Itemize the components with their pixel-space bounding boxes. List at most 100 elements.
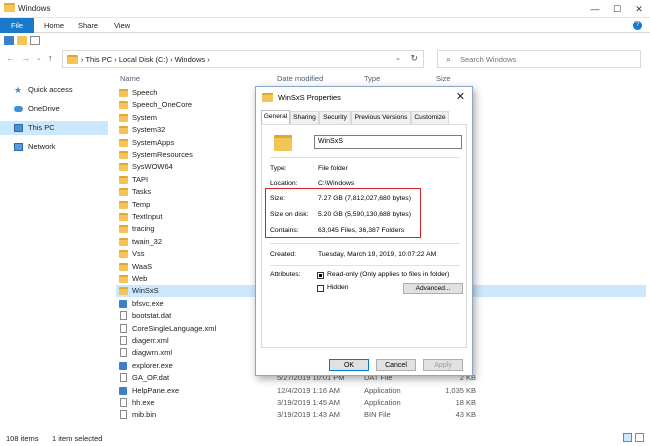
file-name: hh.exe: [132, 398, 155, 407]
nav-item-quick-access[interactable]: ★ Quick access: [0, 83, 108, 97]
view-icon[interactable]: [30, 36, 40, 45]
back-arrow-icon[interactable]: ←: [6, 53, 15, 63]
file-name: SysWOW64: [132, 162, 173, 172]
up-arrow-icon[interactable]: ↑: [48, 53, 53, 63]
nav-item-this-pc[interactable]: This PC: [0, 121, 108, 135]
refresh-icon[interactable]: ↻: [410, 53, 418, 64]
advanced-button[interactable]: Advanced...: [403, 283, 463, 294]
new-folder-icon[interactable]: [17, 36, 27, 45]
tab-security[interactable]: Security: [319, 111, 351, 124]
folder-icon: [119, 113, 128, 122]
tab-general[interactable]: General: [261, 110, 290, 124]
file-icon: [120, 348, 127, 358]
tab-sharing[interactable]: Sharing: [290, 111, 319, 124]
file-icon: [120, 398, 127, 407]
tab-file[interactable]: File: [0, 18, 34, 33]
attributes-label: Attributes:: [270, 271, 301, 278]
search-icon: ⌕: [446, 54, 452, 64]
cancel-button[interactable]: Cancel: [376, 359, 416, 371]
folder-icon: [119, 89, 128, 97]
cloud-icon: [14, 106, 23, 112]
table-row[interactable]: hh.exe 3/19/2019 1:45 AM Application 18 KB: [116, 397, 646, 409]
folder-icon: [262, 93, 273, 102]
file-icon: [120, 373, 127, 383]
folder-icon: [119, 138, 128, 147]
folder-icon: [119, 126, 128, 135]
selection-count: 1 item selected: [52, 434, 103, 443]
hidden-checkbox[interactable]: [317, 285, 324, 292]
file-name: Web: [132, 274, 148, 283]
large-icons-view-icon[interactable]: [635, 433, 644, 442]
file-icon: [120, 323, 127, 333]
close-button[interactable]: ✕: [628, 0, 650, 18]
address-bar[interactable]: › This PC › Local Disk (C:) › Windows › …: [62, 50, 424, 68]
dialog-close-button[interactable]: ✕: [456, 90, 465, 103]
folder-icon: [4, 3, 15, 12]
type-label: Type:: [270, 165, 287, 172]
search-box[interactable]: ⌕: [437, 50, 641, 68]
application-icon: [119, 299, 127, 308]
breadcrumb-this-pc[interactable]: This PC: [85, 55, 112, 64]
column-header-type[interactable]: Type: [364, 72, 380, 86]
file-name: Tasks: [132, 187, 152, 197]
folder-icon: [274, 135, 292, 151]
nav-item-network[interactable]: Network: [0, 140, 108, 154]
file-name: bootstat.dat: [132, 311, 172, 321]
file-size: 1,035 KB: [445, 385, 476, 395]
tab-customize[interactable]: Customize: [411, 111, 449, 124]
file-date: 3/19/2019 1:45 AM: [277, 398, 340, 407]
table-row[interactable]: HelpPane.exe 12/4/2019 1:16 AM Application…: [116, 385, 646, 397]
file-name: explorer.exe: [132, 360, 173, 370]
dialog-title: WinSxS Properties: [278, 93, 341, 102]
breadcrumb-sep: ›: [170, 55, 173, 64]
address-dropdown-icon[interactable]: ⌄: [395, 54, 401, 62]
file-name: SystemResources: [132, 150, 193, 159]
file-date: 3/19/2019 1:43 AM: [277, 410, 340, 420]
recent-chevron-icon[interactable]: ⌄: [36, 53, 42, 63]
toolbar-icons: [4, 36, 40, 45]
tab-previous-versions[interactable]: Previous Versions: [351, 111, 411, 124]
nav-item-onedrive[interactable]: OneDrive: [0, 102, 108, 116]
forward-arrow-icon[interactable]: →: [21, 53, 30, 63]
maximize-button[interactable]: ☐: [606, 0, 628, 18]
file-name: Speech_OneCore: [132, 100, 193, 110]
file-size: 43 KB: [455, 410, 476, 420]
star-icon: ★: [14, 85, 23, 95]
apply-button[interactable]: Apply: [423, 359, 463, 371]
file-name: diagwrn.xml: [132, 348, 173, 358]
nav-item-label: This PC: [28, 123, 55, 132]
details-view-icon[interactable]: [623, 433, 632, 442]
created-value: Tuesday, March 19, 2019, 10:07:22 AM: [318, 251, 437, 258]
properties-dialog: WinSxS Properties ✕ General Sharing Secu…: [255, 86, 473, 376]
folder-name-field[interactable]: WinSxS: [314, 135, 462, 149]
minimize-button[interactable]: —: [584, 0, 606, 18]
folder-icon: [119, 213, 128, 221]
help-icon[interactable]: ?: [633, 21, 642, 30]
table-row[interactable]: mib.bin 3/19/2019 1:43 AM BIN File 43 KB: [116, 409, 646, 421]
folder-icon: [119, 175, 128, 184]
quick-access-toolbar: [4, 3, 15, 12]
tab-share[interactable]: Share: [70, 18, 106, 33]
properties-icon[interactable]: [4, 36, 14, 45]
nav-item-label: Quick access: [28, 85, 73, 94]
breadcrumb-local-disk[interactable]: Local Disk (C:): [119, 55, 168, 64]
column-header-size[interactable]: Size: [436, 72, 451, 86]
file-icon: [120, 336, 127, 345]
breadcrumb-windows[interactable]: Windows: [175, 55, 205, 64]
folder-icon: [119, 287, 128, 296]
folder-icon: [119, 188, 128, 197]
file-icon: [120, 311, 127, 321]
divider: [270, 157, 460, 158]
search-input[interactable]: [460, 53, 630, 66]
navigation-pane: ★ Quick access OneDrive This PC Network: [0, 72, 108, 428]
tab-home[interactable]: Home: [36, 18, 72, 33]
column-header-name[interactable]: Name: [120, 72, 140, 86]
folder-icon: [119, 225, 128, 234]
column-header-date[interactable]: Date modified: [277, 72, 323, 86]
ok-button[interactable]: OK: [329, 359, 369, 371]
readonly-checkbox[interactable]: [317, 272, 324, 279]
dialog-tabs: General Sharing Security Previous Versio…: [261, 110, 467, 124]
tab-view[interactable]: View: [106, 18, 138, 33]
divider: [270, 243, 460, 244]
file-name: tracing: [132, 224, 155, 234]
